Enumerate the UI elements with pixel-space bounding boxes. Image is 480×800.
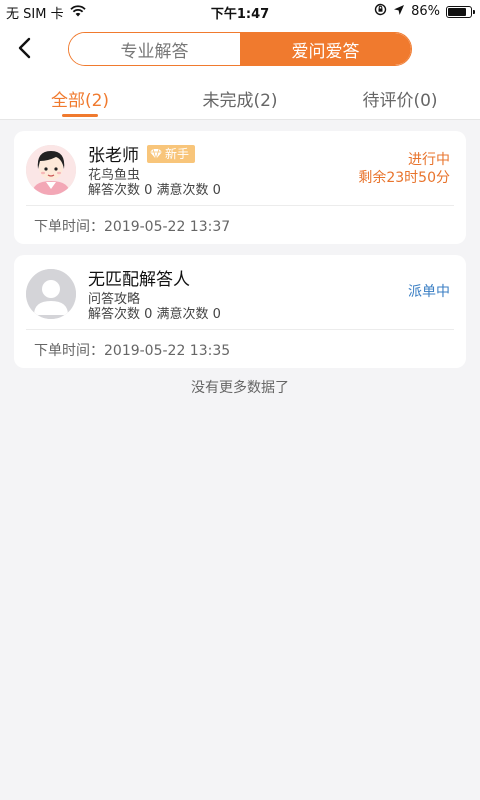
default-avatar-icon — [26, 269, 76, 319]
status-text: 派单中 — [408, 284, 450, 300]
filter-tabs: 全部(2) 未完成(2) 待评价(0) — [0, 74, 480, 120]
battery-fill — [448, 7, 467, 16]
remaining-time: 剩余23时50分 — [358, 170, 450, 186]
battery-icon — [446, 5, 475, 18]
status-right: 86% — [374, 3, 475, 20]
name-row: 张老师 新手 — [88, 141, 196, 166]
order-card-header: 无匹配解答人 问答攻略 解答次数 0 满意次数 0 派单中 — [14, 255, 466, 329]
answerer-name: 张老师 — [88, 146, 139, 166]
back-button[interactable] — [8, 32, 40, 64]
order-status: 进行中 剩余23时50分 — [358, 151, 450, 187]
no-more-data: 没有更多数据了 — [191, 380, 289, 396]
segment-professional[interactable]: 专业解答 — [69, 33, 240, 65]
segment-community[interactable]: 爱问爱答 — [240, 33, 411, 65]
order-time: 下单时间：2019-05-22 13:35 — [34, 343, 231, 359]
segmented-control: 专业解答 爱问爱答 — [68, 32, 412, 66]
avatar — [26, 269, 76, 319]
name-row: 无匹配解答人 — [88, 265, 190, 290]
teacher-avatar-icon — [26, 145, 76, 195]
level-badge: 新手 — [147, 144, 196, 163]
answerer-name: 无匹配解答人 — [88, 270, 190, 290]
status-text: 进行中 — [408, 152, 450, 168]
order-card[interactable]: 张老师 新手 花鸟鱼虫 解答次数 0 满意次数 0 进行中 剩余23时50分 下… — [14, 131, 466, 244]
tab-all[interactable]: 全部(2) — [0, 74, 160, 119]
stats-label: 解答次数 0 满意次数 0 — [88, 307, 221, 322]
order-time: 下单时间：2019-05-22 13:37 — [34, 219, 231, 235]
chevron-left-icon — [18, 37, 31, 59]
order-status: 派单中 — [408, 283, 450, 301]
location-icon — [393, 4, 405, 20]
avatar — [26, 145, 76, 195]
badge-label: 新手 — [165, 147, 190, 161]
diamond-icon — [150, 148, 162, 160]
tab-unfinished[interactable]: 未完成(2) — [160, 74, 320, 119]
order-card[interactable]: 无匹配解答人 问答攻略 解答次数 0 满意次数 0 派单中 下单时间：2019-… — [14, 255, 466, 368]
order-list: 张老师 新手 花鸟鱼虫 解答次数 0 满意次数 0 进行中 剩余23时50分 下… — [14, 131, 466, 397]
tab-pending-review[interactable]: 待评价(0) — [320, 74, 480, 119]
stats-label: 解答次数 0 满意次数 0 — [88, 183, 221, 198]
nav-bar: 专业解答 爱问爱答 — [0, 22, 480, 74]
rotation-lock-icon — [374, 3, 387, 20]
status-bar: 无 SIM 卡 下午1:47 86% — [0, 0, 480, 22]
order-card-header: 张老师 新手 花鸟鱼虫 解答次数 0 满意次数 0 进行中 剩余23时50分 — [14, 131, 466, 205]
battery-percent: 86% — [411, 4, 440, 19]
